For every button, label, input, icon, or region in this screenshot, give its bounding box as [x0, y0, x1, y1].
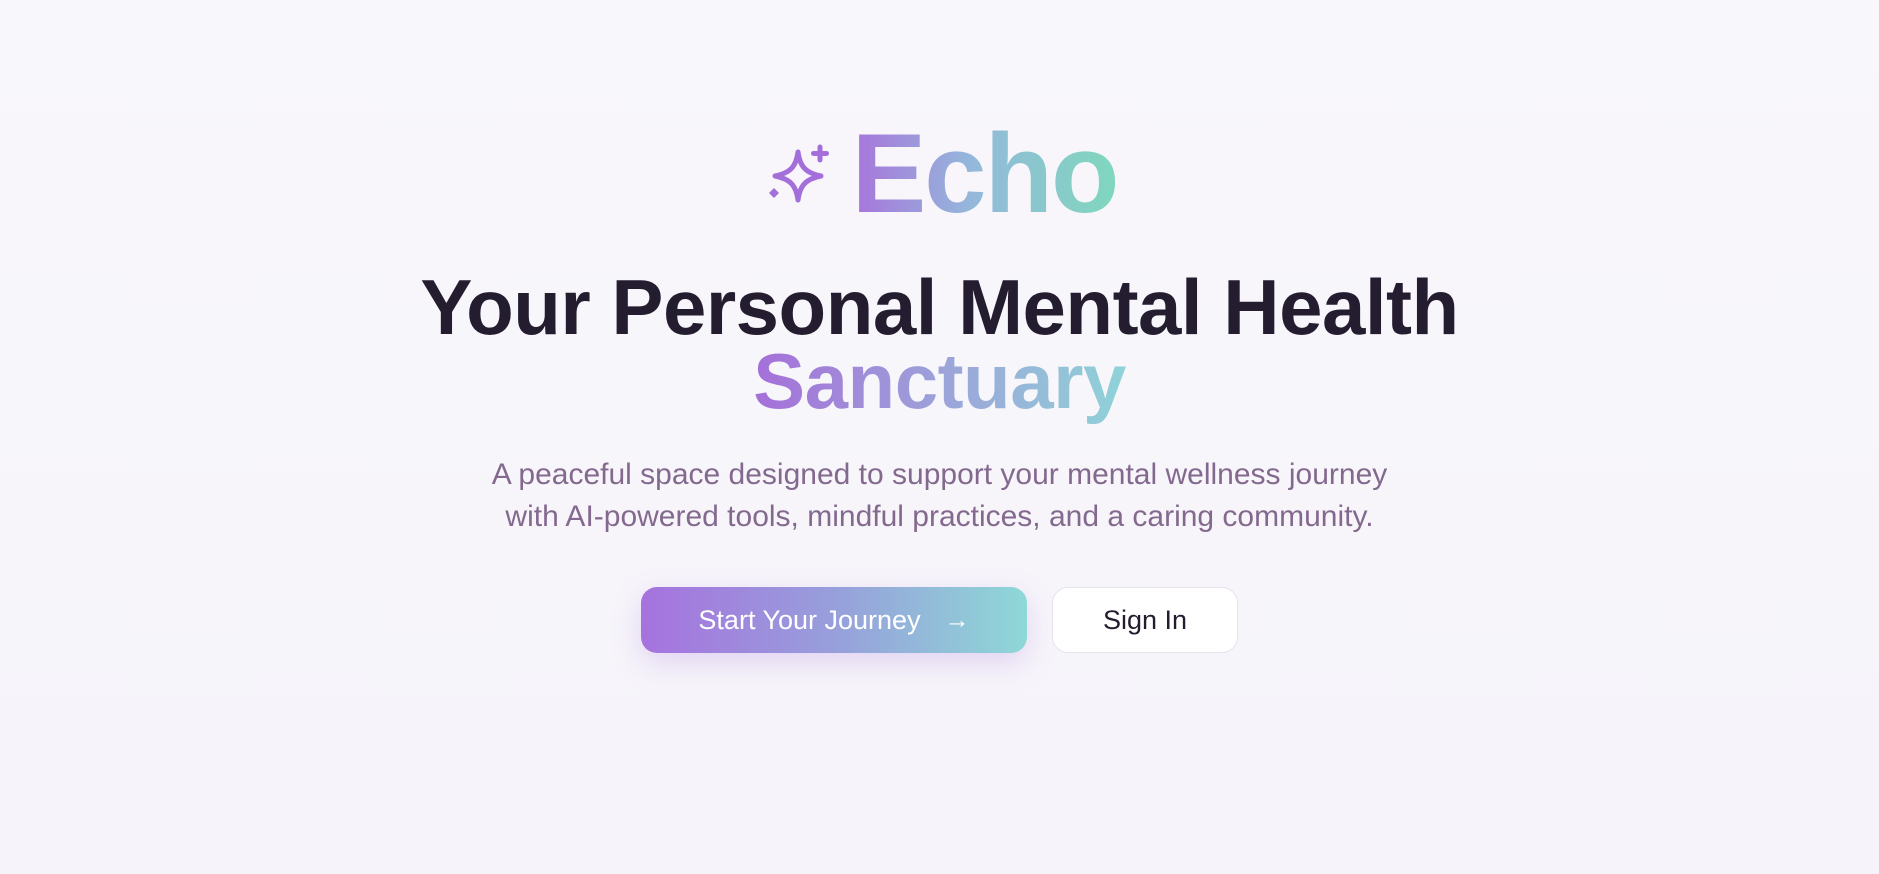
sign-in-button[interactable]: Sign In: [1052, 587, 1238, 653]
sparkle-icon: [768, 144, 829, 203]
subtitle-line-2: with AI-powered tools, mindful practices…: [505, 500, 1374, 533]
hero-subtitle: A peaceful space designed to support you…: [0, 454, 1879, 538]
arrow-right-icon: →: [944, 605, 970, 634]
hero-actions: Start Your Journey → Sign In: [0, 587, 1879, 653]
brand-name: Echo: [851, 111, 1120, 236]
sign-in-label: Sign In: [1102, 604, 1188, 635]
hero-section: Echo Your Personal Mental Health Sanctua…: [0, 0, 1879, 874]
start-journey-button[interactable]: Start Your Journey →: [641, 587, 1027, 653]
headline-main: Your Personal Mental Health: [420, 263, 1459, 351]
brand-logo: Echo: [0, 118, 1879, 238]
headline-accent: Sanctuary: [753, 337, 1126, 425]
subtitle-line-1: A peaceful space designed to support you…: [491, 458, 1388, 491]
page-title: Your Personal Mental Health Sanctuary: [0, 263, 1879, 425]
start-journey-label: Start Your Journey: [698, 604, 921, 635]
